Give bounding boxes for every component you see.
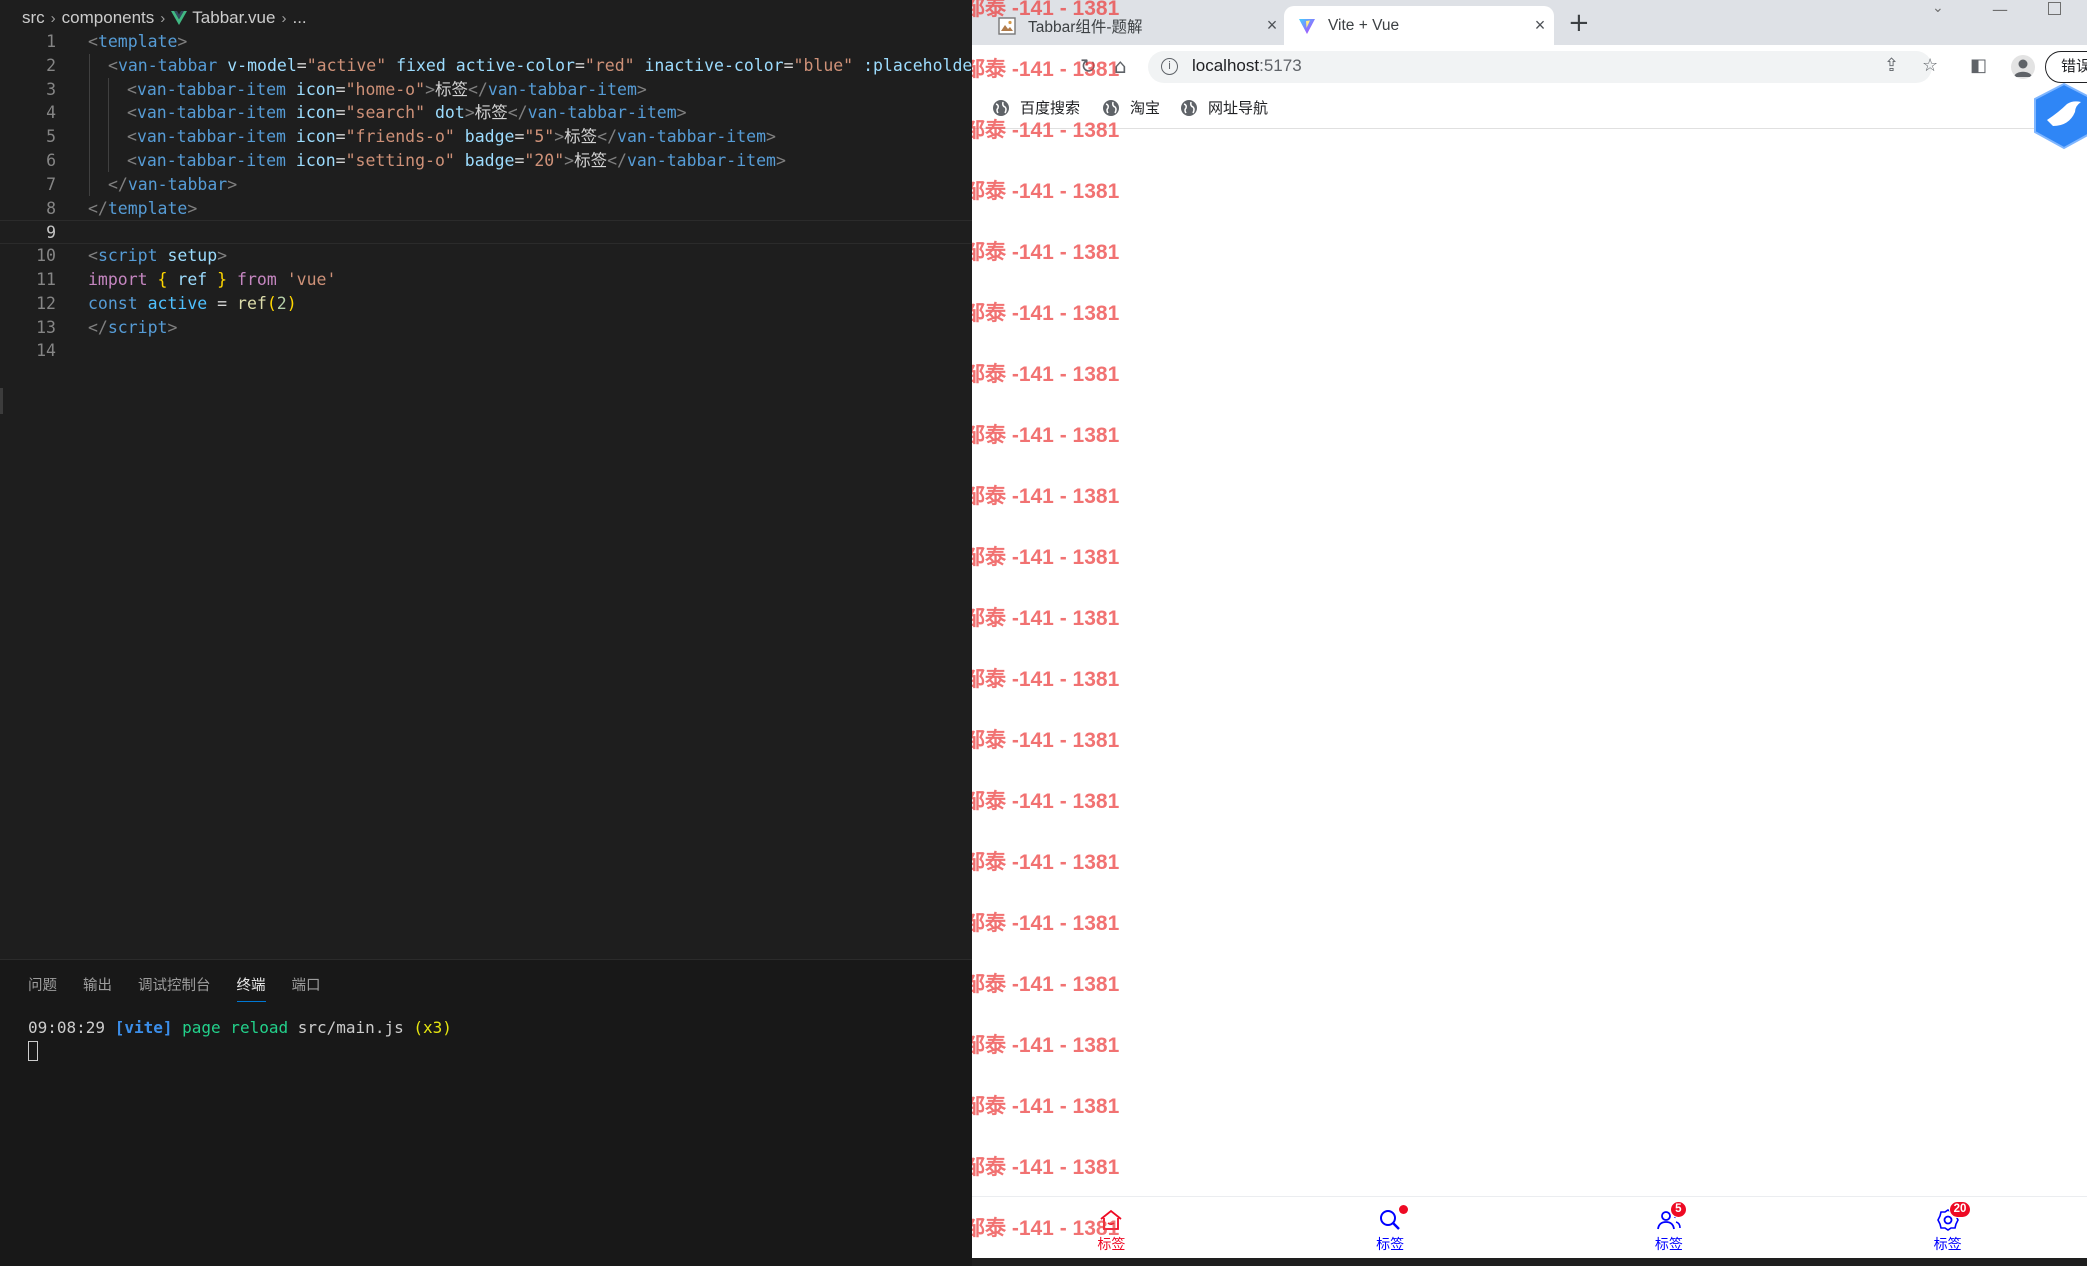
friends-icon: 5 (1656, 1201, 1687, 1233)
breadcrumb-components[interactable]: components (62, 8, 155, 28)
tab-output[interactable]: 输出 (83, 974, 112, 1002)
profile-avatar[interactable] (2011, 55, 2035, 79)
code-line-11[interactable]: 11 import { ref } from 'vue' (0, 268, 972, 292)
bookmark-baidu[interactable]: 百度搜索 (992, 97, 1080, 118)
breadcrumb-src[interactable]: src (22, 8, 45, 28)
browser-window: Tabbar组件-题解 × Vite + Vue × + ⌄ — ↻ ⌂ i l… (972, 0, 2087, 1266)
code-line-14[interactable]: 14 (0, 339, 972, 363)
globe-icon (993, 99, 1009, 116)
chevron-right-icon: › (281, 9, 287, 27)
code-line-12[interactable]: 12 const active = ref(2) (0, 292, 972, 316)
code-line-4[interactable]: 4 <van-tabbar-item icon="search" dot>标签</… (0, 101, 972, 125)
badge: 5 (1669, 1201, 1687, 1218)
browser-toolbar: ↻ ⌂ i localhost:5173 ⇪ ☆ ◧ 错误 (972, 45, 2087, 87)
gutter-marker (0, 388, 3, 414)
bottom-panel: 问题 输出 调试控制台 终端 端口 09:08:29 [vite] page r… (0, 959, 972, 1266)
code-area[interactable]: 1 <template> 2 <van-tabbar v-model="active… (0, 30, 972, 363)
close-icon[interactable]: × (1526, 15, 1554, 36)
chevron-right-icon: › (50, 9, 56, 27)
bookmark-nav[interactable]: 网址导航 (1180, 97, 1268, 118)
code-line-2[interactable]: 2 <van-tabbar v-model="active" fixed acti… (0, 54, 972, 78)
globe-icon (1181, 99, 1197, 116)
breadcrumb-more[interactable]: ... (292, 8, 306, 28)
home-icon[interactable]: ⌂ (1114, 54, 1127, 78)
code-line-13[interactable]: 13 </script> (0, 316, 972, 340)
tabbar-item-friends[interactable]: 5 标签 (1530, 1197, 1809, 1258)
vite-favicon-icon (1299, 18, 1315, 34)
breadcrumb-file[interactable]: Tabbar.vue (192, 8, 275, 28)
globe-icon (1103, 99, 1119, 116)
reload-icon[interactable]: ↻ (1080, 54, 1097, 78)
person-icon (2014, 59, 2032, 77)
tab-debug-console[interactable]: 调试控制台 (138, 974, 211, 1002)
notification-dot (1399, 1205, 1409, 1214)
tabbar-item-label: 标签 (1097, 1236, 1126, 1252)
terminal-output[interactable]: 09:08:29 [vite] page reload src/main.js … (28, 1017, 452, 1039)
bookmarks-bar: 百度搜索 淘宝 网址导航 (972, 87, 2087, 129)
browser-tab-vite[interactable]: Vite + Vue × (1284, 6, 1554, 45)
address-bar[interactable]: i localhost:5173 (1148, 51, 1932, 83)
code-line-9[interactable]: 9 (0, 220, 972, 245)
vue-file-icon (171, 11, 188, 25)
share-icon[interactable]: ⇪ (1884, 55, 1899, 76)
code-editor[interactable]: src › components › Tabbar.vue › ... 1 <te… (0, 0, 972, 1266)
maximize-icon[interactable] (2048, 2, 2061, 15)
floating-bird-shield-icon[interactable] (2029, 82, 2087, 152)
tab-strip: Tabbar组件-题解 × Vite + Vue × + ⌄ — (972, 0, 2087, 45)
tab-ports[interactable]: 端口 (292, 974, 321, 1002)
browser-tab-tabbar[interactable]: Tabbar组件-题解 × (984, 6, 1286, 45)
tabbar-item-label: 标签 (1376, 1236, 1405, 1252)
bookmark-star-icon[interactable]: ☆ (1922, 55, 1938, 76)
tab-terminal[interactable]: 终端 (236, 974, 266, 1002)
home-icon (1100, 1209, 1122, 1230)
code-line-7[interactable]: 7 </van-tabbar> (0, 173, 972, 197)
error-button[interactable]: 错误 (2045, 51, 2087, 83)
terminal-cursor (28, 1041, 38, 1061)
side-panel-icon[interactable]: ◧ (1970, 55, 1987, 76)
chevron-right-icon: › (160, 9, 166, 27)
tab-title: Tabbar组件-题解 (1028, 18, 1143, 36)
panel-tabs: 问题 输出 调试控制台 终端 端口 (28, 974, 321, 1002)
tabbar-item-label: 标签 (1654, 1236, 1683, 1252)
minimize-icon[interactable]: — (1992, 0, 2008, 19)
close-icon[interactable]: × (1258, 15, 1286, 36)
tabbar-item-home[interactable]: 标签 (972, 1197, 1251, 1258)
bookmark-taobao[interactable]: 淘宝 (1102, 97, 1160, 118)
code-line-10[interactable]: 10 <script setup> (0, 244, 972, 268)
tabbar-item-label: 标签 (1933, 1236, 1962, 1252)
setting-icon: 20 (1935, 1201, 1972, 1233)
code-line-8[interactable]: 8 </template> (0, 197, 972, 221)
code-line-1[interactable]: 1 <template> (0, 30, 972, 54)
tab-problems[interactable]: 问题 (28, 974, 57, 1002)
tab-title: Vite + Vue (1328, 16, 1400, 34)
badge: 20 (1948, 1201, 1972, 1218)
tabbar-item-search[interactable]: 标签 (1251, 1197, 1530, 1258)
tabbar-item-setting[interactable]: 20 标签 (1808, 1197, 2087, 1258)
code-line-3[interactable]: 3 <van-tabbar-item icon="home-o">标签</van-… (0, 78, 972, 102)
site-info-icon[interactable]: i (1161, 58, 1178, 75)
code-line-5[interactable]: 5 <van-tabbar-item icon="friends-o" badge… (0, 125, 972, 149)
image-favicon-icon (998, 16, 1016, 35)
url-text[interactable]: localhost:5173 (1192, 56, 1302, 76)
tab-search-icon[interactable]: ⌄ (1932, 0, 1944, 16)
page-content (972, 130, 2087, 1266)
code-line-6[interactable]: 6 <van-tabbar-item icon="setting-o" badge… (0, 149, 972, 173)
van-tabbar: 标签 标签 5 标签 20 标签 (972, 1196, 2087, 1258)
search-icon (1377, 1205, 1409, 1233)
new-tab-button[interactable]: + (1568, 8, 1590, 38)
taskbar-edge (972, 1258, 2087, 1266)
